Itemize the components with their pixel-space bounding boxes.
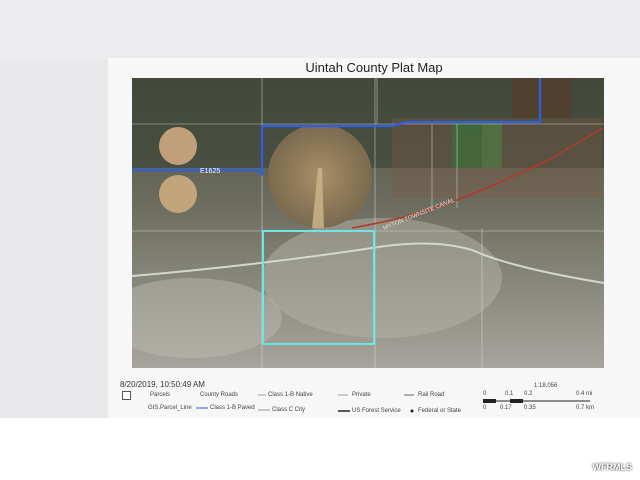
scale-km-2: 0.35 xyxy=(524,405,536,411)
scale-km-3: 0.7 km xyxy=(576,405,595,411)
scale-km-1: 0.17 xyxy=(500,405,512,411)
monitor-bottom-bezel xyxy=(0,418,640,480)
scale-mi-0: 0 xyxy=(483,391,487,397)
scale-mi-3: 0.4 mi xyxy=(576,391,593,397)
scale-km-0: 0 xyxy=(483,405,487,411)
watermark: WFRMLS xyxy=(592,462,633,472)
scale-mi-1: 0.1 xyxy=(505,391,514,397)
scale-ratio: 1:18,056 xyxy=(534,383,558,389)
scale-mi-2: 0.2 xyxy=(524,391,533,397)
legend-symbols xyxy=(196,394,590,413)
